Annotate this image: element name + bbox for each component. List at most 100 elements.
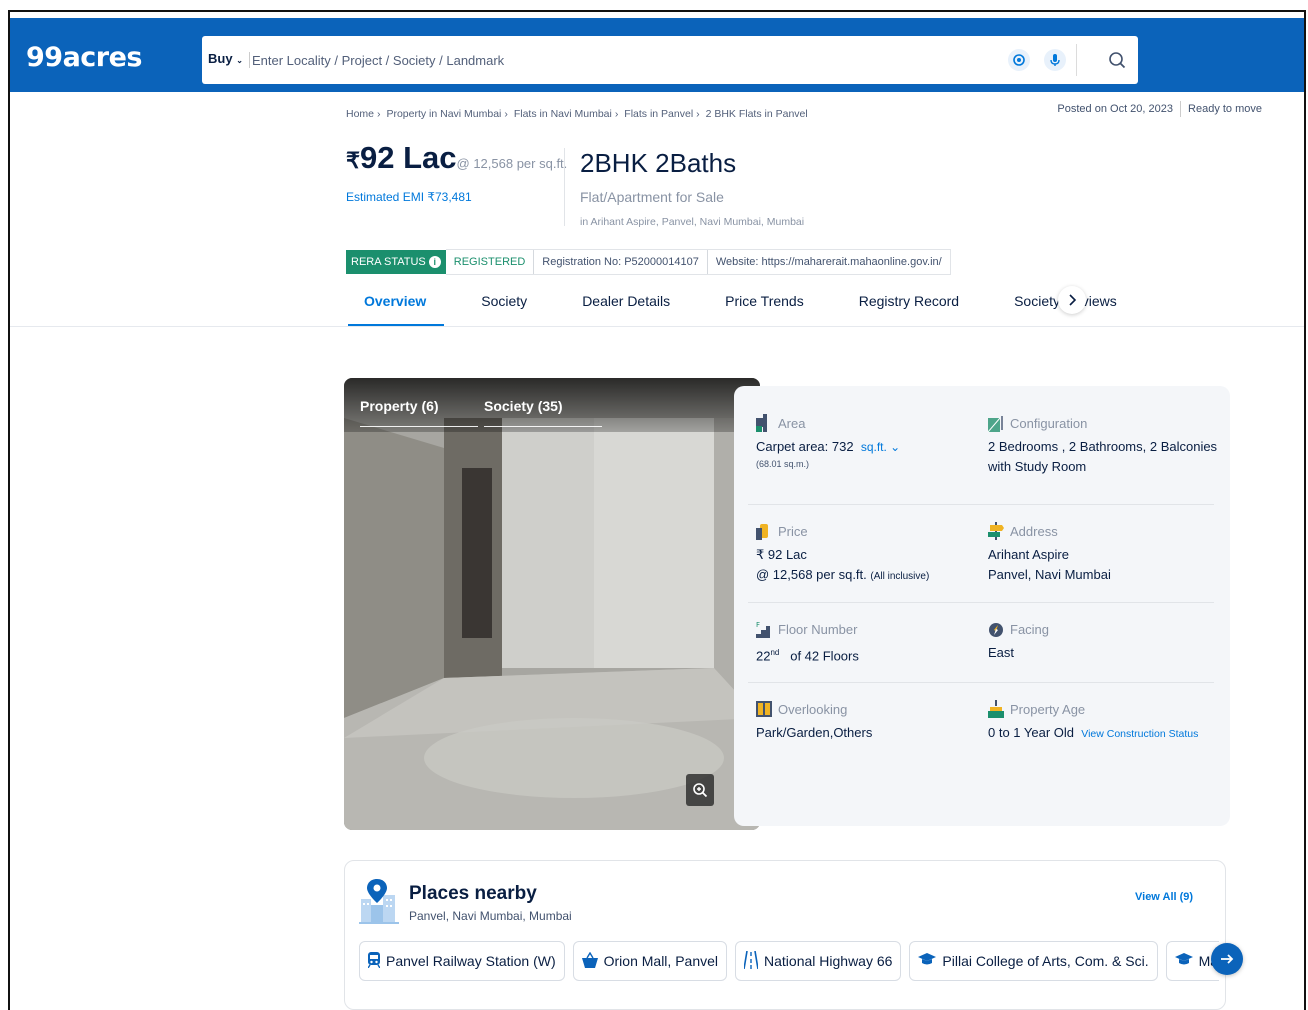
price-amount: 92 Lac xyxy=(360,140,457,175)
address-cell: Address Arihant Aspire Panvel, Navi Mumba… xyxy=(988,522,1111,585)
price-per-sqft-value: @ 12,568 per sq.ft. xyxy=(756,567,867,582)
highway-icon xyxy=(743,950,759,972)
rera-strip: RERA STATUS i REGISTERED Registration No:… xyxy=(346,249,951,275)
config-location: in Arihant Aspire, Panvel, Navi Mumbai, … xyxy=(580,216,805,228)
places-chip-list: Panvel Railway Station (W) Orion Mall, P… xyxy=(359,941,1219,981)
area-icon xyxy=(756,414,772,432)
price-per-sqft: @ 12,568 per sq.ft. xyxy=(456,156,568,171)
property-age-label: Property Age xyxy=(1010,701,1086,717)
price-inclusive-note: (All inclusive) xyxy=(870,571,930,582)
svg-text:F: F xyxy=(756,621,760,629)
area-unit-dropdown[interactable]: sq.ft. xyxy=(861,440,887,454)
breadcrumb-item[interactable]: 2 BHK Flats in Panvel xyxy=(706,108,808,120)
property-age-value: 0 to 1 Year Old xyxy=(988,725,1075,740)
price-tag-icon xyxy=(756,522,772,540)
facing-value: East xyxy=(988,645,1015,660)
tab-overview[interactable]: Overview xyxy=(347,284,445,327)
facing-cell: Facing East xyxy=(988,620,1049,663)
place-chip[interactable]: Orion Mall, Panvel xyxy=(572,941,728,981)
graduation-cap-icon xyxy=(1174,952,1193,970)
photo-gallery[interactable]: Property (6) Society (35) xyxy=(344,378,760,830)
area-label: Area xyxy=(778,415,806,431)
area-cell: Area Carpet area: 732 sq.ft. ⌄ (68.01 sq… xyxy=(756,414,900,469)
place-chip-label: Orion Mall, Panvel xyxy=(603,953,719,969)
gallery-tab-property[interactable]: Property (6) xyxy=(360,398,478,427)
configuration-extra: with Study Room xyxy=(988,459,1087,474)
row-divider xyxy=(748,504,1214,505)
overlooking-value: Park/Garden,Others xyxy=(756,725,873,740)
location-target-icon[interactable] xyxy=(1008,49,1030,71)
breadcrumb-item[interactable]: Property in Navi Mumbai xyxy=(386,108,501,120)
info-icon[interactable]: i xyxy=(428,256,441,268)
tab-society[interactable]: Society xyxy=(481,284,527,326)
search-type-label: Buy xyxy=(208,51,233,66)
rera-website[interactable]: Website: https://maharerait.mahaonline.g… xyxy=(708,250,950,274)
cake-icon xyxy=(988,700,1004,718)
chevron-right-icon[interactable] xyxy=(1058,286,1086,314)
window-icon xyxy=(756,700,772,718)
facing-label: Facing xyxy=(1010,621,1050,637)
signpost-icon xyxy=(988,522,1004,540)
train-icon xyxy=(367,951,381,971)
search-type-dropdown[interactable]: Buy ⌄ xyxy=(208,52,250,68)
tab-dealer-details[interactable]: Dealer Details xyxy=(582,284,670,326)
property-age-cell: Property Age 0 to 1 Year Old View Constr… xyxy=(988,700,1198,744)
property-photo xyxy=(344,378,760,830)
logo[interactable]: 99acres xyxy=(26,42,143,73)
floor-suffix: nd xyxy=(770,648,780,657)
configuration-rooms: 2 Bedrooms , 2 Bathrooms, 2 Balconies xyxy=(988,439,1218,454)
place-chip[interactable]: Pillai College of Arts, Com. & Sci. xyxy=(909,941,1158,981)
price-cell: Price ₹ 92 Lac @ 12,568 per sq.ft. (All i… xyxy=(756,522,929,587)
places-subtitle: Panvel, Navi Mumbai, Mumbai xyxy=(409,909,572,923)
configuration-label: Configuration xyxy=(1010,415,1088,431)
row-divider xyxy=(748,602,1214,603)
view-all-link[interactable]: View All (9) xyxy=(1135,891,1193,903)
breadcrumb-item[interactable]: Flats in Panvel xyxy=(624,108,693,120)
tab-price-trends[interactable]: Price Trends xyxy=(725,284,804,326)
emi-link[interactable]: Estimated EMI ₹73,481 xyxy=(346,190,472,204)
chevron-down-icon[interactable]: ⌄ xyxy=(887,440,900,454)
property-details-card: Area Carpet area: 732 sq.ft. ⌄ (68.01 sq… xyxy=(734,386,1230,826)
gallery-tabs: Property (6) Society (35) xyxy=(344,378,760,432)
floor-total: of 42 Floors xyxy=(790,648,859,664)
floor-label: Floor Number xyxy=(778,621,858,637)
posted-date: Posted on Oct 20, 2023 xyxy=(1057,102,1174,115)
overlooking-label: Overlooking xyxy=(778,701,848,717)
configuration-icon xyxy=(987,414,1004,433)
configuration-cell: Configuration 2 Bedrooms , 2 Bathrooms, … xyxy=(987,414,1218,477)
rera-status-badge[interactable]: RERA STATUS i xyxy=(346,250,446,274)
address-line2: Panvel, Navi Mumbai xyxy=(988,567,1111,582)
tab-registry-record[interactable]: Registry Record xyxy=(859,284,959,326)
breadcrumb-item[interactable]: Home xyxy=(346,108,374,120)
zoom-icon[interactable] xyxy=(686,774,714,806)
search-bar: Buy ⌄ xyxy=(202,36,1138,84)
construction-status-link[interactable]: View Construction Status xyxy=(1081,728,1198,740)
address-line1: Arihant Aspire xyxy=(988,547,1069,562)
place-chip-label: Panvel Railway Station (W) xyxy=(386,953,556,969)
header-bar: 99acres Buy ⌄ xyxy=(10,18,1304,92)
breadcrumb-item[interactable]: Flats in Navi Mumbai xyxy=(514,108,612,120)
place-chip-label: Pillai College of Arts, Com. & Sci. xyxy=(942,953,1149,969)
floor-cell: F Floor Number 22nd of 42 Floors xyxy=(756,620,859,666)
overlooking-cell: Overlooking Park/Garden,Others xyxy=(756,700,872,743)
area-value: Carpet area: 732 xyxy=(756,439,854,454)
tabs-divider xyxy=(10,326,1304,327)
microphone-icon[interactable] xyxy=(1044,49,1066,71)
place-chip-label: National Highway 66 xyxy=(764,953,893,969)
rera-registered: REGISTERED xyxy=(446,250,535,274)
graduation-cap-icon xyxy=(918,952,937,970)
city-pin-icon xyxy=(359,877,399,930)
arrow-right-icon[interactable] xyxy=(1211,943,1243,975)
search-input[interactable] xyxy=(252,46,952,74)
gallery-tab-society[interactable]: Society (35) xyxy=(484,398,602,427)
place-chip[interactable]: Panvel Railway Station (W) xyxy=(359,941,565,981)
area-sqm: (68.01 sq.m.) xyxy=(756,459,810,469)
price-block: ₹92 Lac@ 12,568 per sq.ft. xyxy=(346,140,567,176)
rupee-symbol: ₹ xyxy=(346,148,360,173)
rera-registration-number: Registration No: P52000014107 xyxy=(534,250,708,274)
floor-stairs-icon: F xyxy=(756,620,772,638)
address-label: Address xyxy=(1010,523,1058,539)
place-chip[interactable]: National Highway 66 xyxy=(735,941,902,981)
search-icon[interactable] xyxy=(1102,46,1132,74)
search-divider xyxy=(1076,44,1077,76)
